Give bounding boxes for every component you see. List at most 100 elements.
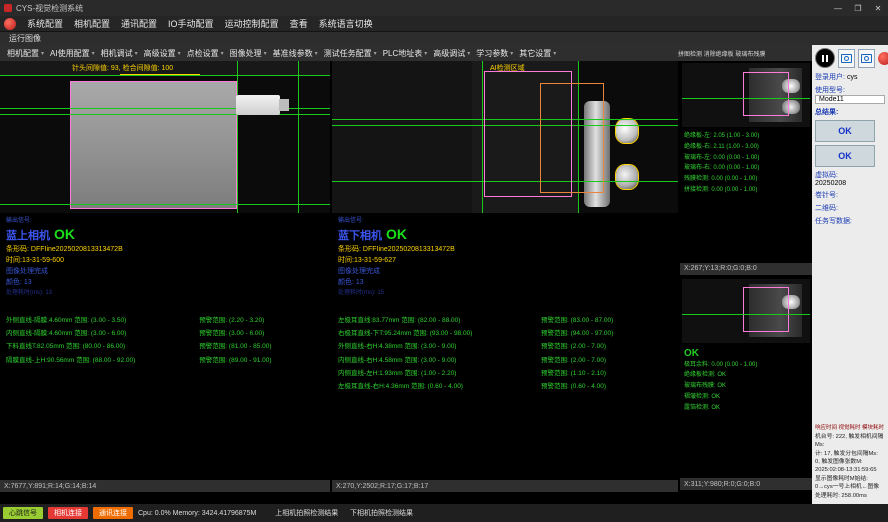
virtual-code-value: 20250208 xyxy=(815,180,885,187)
thumb-measure: 玻璃布残膜: OK xyxy=(684,381,808,392)
measure-line-icon xyxy=(0,204,330,205)
barcode-text: 条形码: DFFIine2025020813313472B xyxy=(338,245,672,256)
tool-camera-debug[interactable]: 相机调试 xyxy=(98,48,141,59)
measurement-row: 右极耳直线-下T:95.24mm 范围: (93.00 - 98.00) 预警范… xyxy=(338,327,672,340)
tool-baseline-params[interactable]: 基准线参数 xyxy=(270,48,321,59)
model-row: 使用型号: xyxy=(815,85,885,95)
process-done-text: 图像处理完成 xyxy=(6,267,324,278)
measurement-row: 隔膜直线-上H:90.56mm 范围: (88.00 - 92.00) 预警范围… xyxy=(6,354,324,367)
tool-spotcheck-settings[interactable]: 点检设置 xyxy=(184,48,227,59)
measurement-table: 外侧直线-隔膜:4.60mm 范围: (3.00 - 3.50) 预警范围: (… xyxy=(6,314,324,367)
thumb-measure: 绝缘板-左: 2.05 (1.00 - 3.00) xyxy=(684,131,808,142)
camera-result-links[interactable]: 上相机拍照检测结果 下相机拍照检测结果 xyxy=(275,508,413,518)
thumb-measure: 极耳余料: 0.00 (0.00 - 1.00) xyxy=(684,360,808,371)
measurement-row: 内侧直线-右H:4.58mm 范围: (3.00 - 9.00) 预警范围: (… xyxy=(338,354,672,367)
minimize-button[interactable]: — xyxy=(828,0,848,16)
stat-line: 0, 触发图像张数M: xyxy=(815,458,886,466)
tool-test-task-config[interactable]: 测试任务配置 xyxy=(321,48,380,59)
menu-item-camera-config[interactable]: 相机配置 xyxy=(74,17,110,30)
menu-item-view[interactable]: 查看 xyxy=(290,17,308,30)
maximize-button[interactable]: ❐ xyxy=(848,0,868,16)
menu-item-motion-config[interactable]: 运动控制配置 xyxy=(225,17,279,30)
measurement-table: 左极耳直线:83.77mm 范围: (82.00 - 88.00) 预警范围: … xyxy=(338,314,672,394)
measure-line-icon xyxy=(298,61,299,213)
warn-range: 预警范围: (2.20 - 3.20) xyxy=(199,314,324,327)
tab-strip: 运行图像 xyxy=(0,32,888,45)
tool-advanced-debug[interactable]: 高级调试 xyxy=(430,48,473,59)
measure-value: 隔膜直线-上H:90.56mm 范围: (88.00 - 92.00) xyxy=(6,354,199,367)
total-result-row: 总结果: xyxy=(815,107,885,117)
thumb-measure: 拼接检测: 0.00 (0.00 - 1.00) xyxy=(684,185,808,196)
roi-orange-rect xyxy=(540,83,604,193)
cell-region xyxy=(70,81,237,209)
pause-icon xyxy=(822,55,824,62)
warn-range: 预警范围: (81.00 - 85.00) xyxy=(199,340,324,353)
result-ok-badge: OK xyxy=(386,226,407,242)
camera-view-lower[interactable]: AI检测区域 xyxy=(332,61,678,213)
thumb-view-bottom[interactable] xyxy=(682,279,810,343)
menu-item-comm-config[interactable]: 通讯配置 xyxy=(121,17,157,30)
tab-run-image[interactable]: 运行图像 xyxy=(0,33,50,44)
color-text: 颜色: 13 xyxy=(6,278,324,289)
thumb-roi-rect xyxy=(743,72,789,116)
window-controls: — ❐ ✕ xyxy=(828,0,888,16)
warn-range: 预警范围: (89.00 - 91.00) xyxy=(199,354,324,367)
menubar: 系统配置 相机配置 通讯配置 IO手动配置 运动控制配置 查看 系统语言切换 xyxy=(0,16,888,32)
elapsed-note: 处理耗时(ms): 13 xyxy=(6,289,324,298)
total-result-box-upper: OK xyxy=(815,120,875,142)
side-panel: 登录用户: cys 使用型号: Mode11 总结果: OK OK 虚拟码: 2… xyxy=(812,45,888,504)
measure-value: 内侧直线-左H:1.93mm 范围: (1.00 - 2.20) xyxy=(338,367,541,380)
thumb-view-top[interactable] xyxy=(682,63,810,127)
titlebar: CYS-视觉检测系统 — ❐ ✕ xyxy=(0,0,888,16)
close-button[interactable]: ✕ xyxy=(868,0,888,16)
stats-header: 响应时间 视觉耗时 模块耗时 xyxy=(815,423,886,431)
time-text: 时间:13-31-59-600 xyxy=(6,256,324,267)
heartbeat-badge: 心跳信号 xyxy=(3,507,43,519)
menu-item-language[interactable]: 系统语言切换 xyxy=(319,17,373,30)
gap-marker-icon xyxy=(120,74,200,75)
panels-area: 针头间隙值: 93, 检合间隙值: 100 输出信号: 蓝上相机 OK 条形码:… xyxy=(0,61,812,492)
warn-range: 预警范围: (3.00 - 6.00) xyxy=(199,327,324,340)
pixel-status-thumb-top: X:267;Y:13;R:0;G:0;B:0 xyxy=(680,263,812,275)
thumb-measure: 残膜检测: 0.00 (0.00 - 1.00) xyxy=(684,174,808,185)
camera-view-upper[interactable]: 针头间隙值: 93, 检合间隙值: 100 xyxy=(0,61,330,213)
measurement-row: 外侧直线-右H:4.38mm 范围: (3.00 - 9.00) 预警范围: (… xyxy=(338,340,672,353)
menu-item-io-manual[interactable]: IO手动配置 xyxy=(168,17,214,30)
camera-icon xyxy=(841,54,852,63)
stats-block: 响应时间 视觉耗时 模块耗时 机台号: 222, 触发相机间隔Ms: 计: 17… xyxy=(815,423,886,500)
pause-button[interactable] xyxy=(815,48,835,68)
reflective-part xyxy=(616,165,638,189)
menu-item-system-config[interactable]: 系统配置 xyxy=(27,17,63,30)
toolbar: 相机配置 AI使用配置 相机调试 高级设置 点检设置 图像处理 基准线参数 测试… xyxy=(0,45,812,61)
tool-camera-config[interactable]: 相机配置 xyxy=(4,48,47,59)
result-ok-badge: OK xyxy=(54,226,75,242)
qr-label: 二维码: xyxy=(815,203,838,213)
warn-range: 预警范围: (2.00 - 7.00) xyxy=(541,354,672,367)
tool-advanced-settings[interactable]: 高级设置 xyxy=(141,48,184,59)
thumb-results-bottom: OK 极耳余料: 0.00 (0.00 - 1.00) 绝缘板检测: OK 玻璃… xyxy=(680,345,812,479)
virtual-code-label: 虚拟码: xyxy=(815,170,838,180)
qr-row: 二维码: xyxy=(815,203,885,213)
tool-ai-config[interactable]: AI使用配置 xyxy=(47,48,98,59)
measure-value: 右极耳直线-下T:95.24mm 范围: (93.00 - 98.00) xyxy=(338,327,541,340)
measure-line-icon xyxy=(482,61,483,213)
model-select[interactable]: Mode11 xyxy=(815,95,885,104)
tool-other-settings[interactable]: 其它设置 xyxy=(516,48,559,59)
tool-image-processing[interactable]: 图像处理 xyxy=(227,48,270,59)
ai-region-label: AI检测区域 xyxy=(490,63,525,73)
tool-learning-params[interactable]: 学习参数 xyxy=(473,48,516,59)
model-label: 使用型号: xyxy=(815,85,845,95)
output-label: 输出信号: xyxy=(6,217,324,225)
window-title: CYS-视觉检测系统 xyxy=(16,3,83,14)
panel-upper-camera: 针头间隙值: 93, 检合间隙值: 100 输出信号: 蓝上相机 OK 条形码:… xyxy=(0,61,330,492)
color-text: 颜色: 13 xyxy=(338,278,672,289)
measure-line-icon xyxy=(0,114,330,115)
lower-camera-button[interactable] xyxy=(858,49,875,68)
process-done-text: 图像处理完成 xyxy=(338,267,672,278)
upper-camera-button[interactable] xyxy=(838,49,855,68)
warn-range: 预警范围: (83.00 - 87.00) xyxy=(541,314,672,327)
measurement-row: 内侧直线-隔膜:4.60mm 范围: (3.00 - 6.00) 预警范围: (… xyxy=(6,327,324,340)
measurement-row: 下料直线T:82.05mm 范围: (80.00 - 86.00) 预警范围: … xyxy=(6,340,324,353)
tool-plc-address[interactable]: PLC地址表 xyxy=(380,48,431,59)
stat-line: 0→cys一号上相机←图像 xyxy=(815,483,886,491)
